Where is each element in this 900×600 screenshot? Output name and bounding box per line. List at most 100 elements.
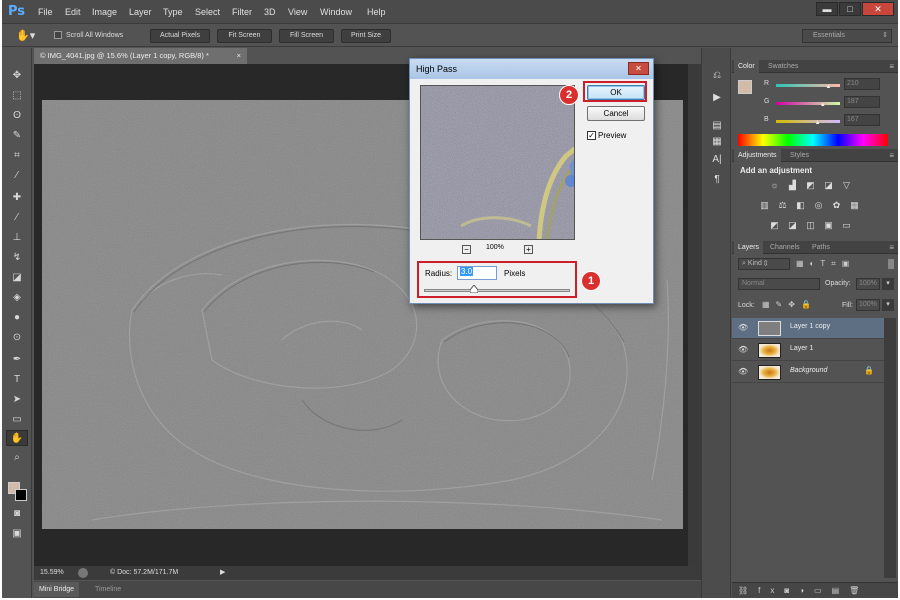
eyedropper-tool-icon[interactable]: ⁄ [6, 168, 28, 184]
brush-presets-icon[interactable]: ▦ [709, 134, 725, 150]
blue-track[interactable] [776, 120, 840, 123]
menu-image[interactable]: Image [92, 7, 117, 17]
history-panel-icon[interactable]: ⎌ [709, 68, 725, 84]
menu-filter[interactable]: Filter [232, 7, 252, 17]
panel-menu-icon[interactable]: ≡ [889, 62, 894, 71]
zoom-in-button[interactable]: + [524, 245, 533, 254]
quick-mask-icon[interactable]: ◙ [6, 506, 28, 522]
background-color-swatch[interactable] [15, 489, 27, 501]
color-spectrum-bar[interactable] [738, 134, 888, 146]
filter-toggle[interactable] [888, 259, 894, 269]
layer-comps-icon[interactable]: ▤ [709, 118, 725, 134]
blur-tool-icon[interactable]: ● [6, 310, 28, 326]
paint-bucket-tool-icon[interactable]: ◈ [6, 290, 28, 306]
layer-name[interactable]: Layer 1 copy [790, 323, 830, 330]
tab-color[interactable]: Color [734, 60, 759, 73]
layers-scrollbar[interactable] [884, 318, 896, 578]
black-white-icon[interactable]: ◧ [794, 200, 807, 211]
menu-layer[interactable]: Layer [129, 7, 152, 17]
crop-tool-icon[interactable]: ⌗ [6, 148, 28, 164]
layer-name[interactable]: Layer 1 [790, 345, 813, 352]
filter-preview[interactable] [420, 85, 575, 240]
red-value[interactable]: 210 [844, 78, 880, 90]
menu-edit[interactable]: Edit [65, 7, 81, 17]
cancel-button[interactable]: Cancel [587, 106, 645, 121]
document-tab[interactable]: © IMG_4041.jpg @ 15.6% (Layer 1 copy, RG… [34, 48, 247, 64]
color-balance-icon[interactable]: ⚖ [776, 200, 789, 211]
status-menu-icon[interactable] [78, 568, 88, 578]
zoom-out-button[interactable]: − [462, 245, 471, 254]
pen-tool-icon[interactable]: ✒ [6, 352, 28, 368]
healing-brush-tool-icon[interactable]: ✚ [6, 190, 28, 206]
color-lookup-icon[interactable]: ▦ [848, 200, 861, 211]
scroll-all-windows-checkbox[interactable]: Scroll All Windows [54, 31, 123, 39]
zoom-tool-icon[interactable]: ⌕ [6, 450, 28, 466]
photo-filter-icon[interactable]: ◎ [812, 200, 825, 211]
tab-timeline[interactable]: Timeline [90, 582, 126, 597]
tab-paths[interactable]: Paths [808, 241, 834, 254]
layer-name[interactable]: Background [790, 367, 827, 374]
hand-tool-preset-icon[interactable]: ✋▾ [16, 29, 35, 42]
character-panel-icon[interactable]: A| [709, 152, 725, 168]
menu-window[interactable]: Window [320, 7, 352, 17]
selective-color-icon[interactable]: ▣ [822, 220, 835, 231]
maximize-button[interactable]: □ [839, 2, 861, 16]
brush-tool-icon[interactable]: ⁄ [6, 210, 28, 226]
layer-row-layer-1-copy[interactable]: 👁 Layer 1 copy [732, 318, 884, 339]
actions-panel-icon[interactable]: ▶ [709, 90, 725, 106]
tab-channels[interactable]: Channels [766, 241, 804, 254]
invert-icon[interactable]: ◩ [768, 220, 781, 231]
path-selection-tool-icon[interactable]: ➤ [6, 392, 28, 408]
blue-value[interactable]: 167 [844, 114, 880, 126]
vertical-scrollbar[interactable] [688, 64, 701, 566]
quick-selection-tool-icon[interactable]: ✎ [6, 128, 28, 144]
fill-dropdown-icon[interactable]: ▾ [882, 299, 894, 311]
history-brush-tool-icon[interactable]: ↯ [6, 250, 28, 266]
slider-thumb-icon[interactable]: ▲ [825, 84, 831, 90]
blue-slider[interactable]: B 167 ▲ [762, 114, 898, 130]
move-tool-icon[interactable]: ✥ [6, 68, 28, 84]
layer-row-background[interactable]: 👁 Background 🔒 [732, 362, 884, 383]
panel-menu-icon[interactable]: ≡ [889, 151, 894, 160]
paragraph-panel-icon[interactable]: ¶ [709, 172, 725, 188]
close-tab-icon[interactable]: × [237, 48, 241, 64]
threshold-icon[interactable]: ◫ [804, 220, 817, 231]
tab-styles[interactable]: Styles [786, 149, 813, 162]
close-window-button[interactable]: ✕ [862, 2, 894, 16]
fill-screen-button[interactable]: Fill Screen [279, 29, 334, 43]
visibility-eye-icon[interactable]: 👁 [738, 323, 748, 332]
layer-row-layer-1[interactable]: 👁 Layer 1 [732, 340, 884, 361]
menu-3d[interactable]: 3D [264, 7, 276, 17]
lock-icons[interactable]: ▦✎✥🔒 [762, 300, 817, 309]
green-value[interactable]: 187 [844, 96, 880, 108]
blend-mode-select[interactable]: Normal [738, 278, 820, 290]
green-track[interactable] [776, 102, 840, 105]
tab-mini-bridge[interactable]: Mini Bridge [34, 582, 80, 597]
layer-filter-kind[interactable]: ⌕ Kind ⇕ [738, 258, 790, 270]
exposure-icon[interactable]: ◪ [822, 180, 835, 191]
layers-footer-icons[interactable]: ⛓fx◙◑▭▤🗑 [732, 582, 898, 598]
hue-saturation-icon[interactable]: ▥ [758, 200, 771, 211]
tab-swatches[interactable]: Swatches [764, 60, 802, 73]
layer-filter-icons[interactable]: ▦◐T⌗▣ [796, 259, 886, 269]
dodge-tool-icon[interactable]: ⊙ [6, 330, 28, 346]
type-tool-icon[interactable]: T [6, 372, 28, 388]
eraser-tool-icon[interactable]: ◪ [6, 270, 28, 286]
color-foreground-swatch[interactable] [738, 80, 752, 94]
fill-input[interactable]: 100% [856, 299, 880, 311]
opacity-input[interactable]: 100% [856, 278, 880, 290]
levels-icon[interactable]: ▟ [786, 180, 799, 191]
menu-help[interactable]: Help [367, 7, 386, 17]
slider-thumb-icon[interactable]: ▲ [815, 120, 821, 126]
green-slider[interactable]: G 187 ▲ [762, 96, 898, 112]
dialog-close-button[interactable]: ✕ [628, 62, 649, 75]
lasso-tool-icon[interactable]: ʘ [6, 108, 28, 124]
tab-adjustments[interactable]: Adjustments [734, 149, 781, 162]
actual-pixels-button[interactable]: Actual Pixels [150, 29, 210, 43]
hand-tool-icon[interactable]: ✋ [6, 430, 28, 446]
gradient-map-icon[interactable]: ▭ [840, 220, 853, 231]
posterize-icon[interactable]: ◪ [786, 220, 799, 231]
marquee-tool-icon[interactable]: ⬚ [6, 88, 28, 104]
workspace-select[interactable]: Essentials ⇕ [802, 29, 892, 43]
fit-screen-button[interactable]: Fit Screen [217, 29, 272, 43]
